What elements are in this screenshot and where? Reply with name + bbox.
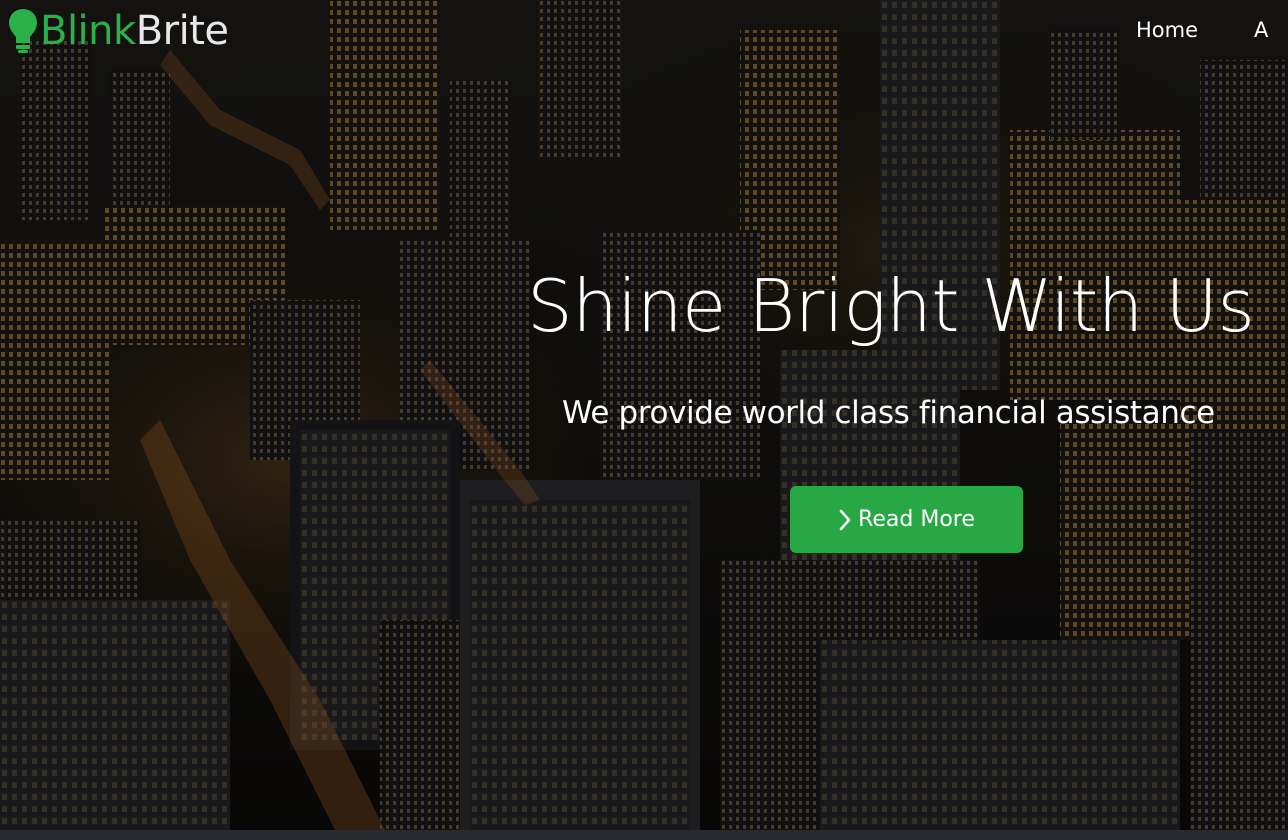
hero-title: Shine Bright With Us — [527, 264, 1255, 348]
brand-name-blink: Blink — [40, 8, 136, 54]
brand-logo[interactable]: BlinkBrite — [6, 6, 229, 56]
brand-name: BlinkBrite — [40, 6, 229, 56]
nav-item-a[interactable]: A — [1254, 16, 1268, 44]
nav-item-home[interactable]: Home — [1136, 16, 1198, 44]
lightbulb-icon — [9, 9, 37, 53]
read-more-label: Read More — [858, 507, 975, 532]
hero-subtitle: We provide world class financial assista… — [562, 395, 1215, 431]
brand-name-brite: Brite — [135, 8, 229, 54]
main-nav: Home A — [1136, 16, 1268, 44]
chevron-right-icon — [839, 509, 851, 530]
page-bottom-edge — [0, 830, 1288, 840]
read-more-button[interactable]: Read More — [790, 486, 1023, 553]
